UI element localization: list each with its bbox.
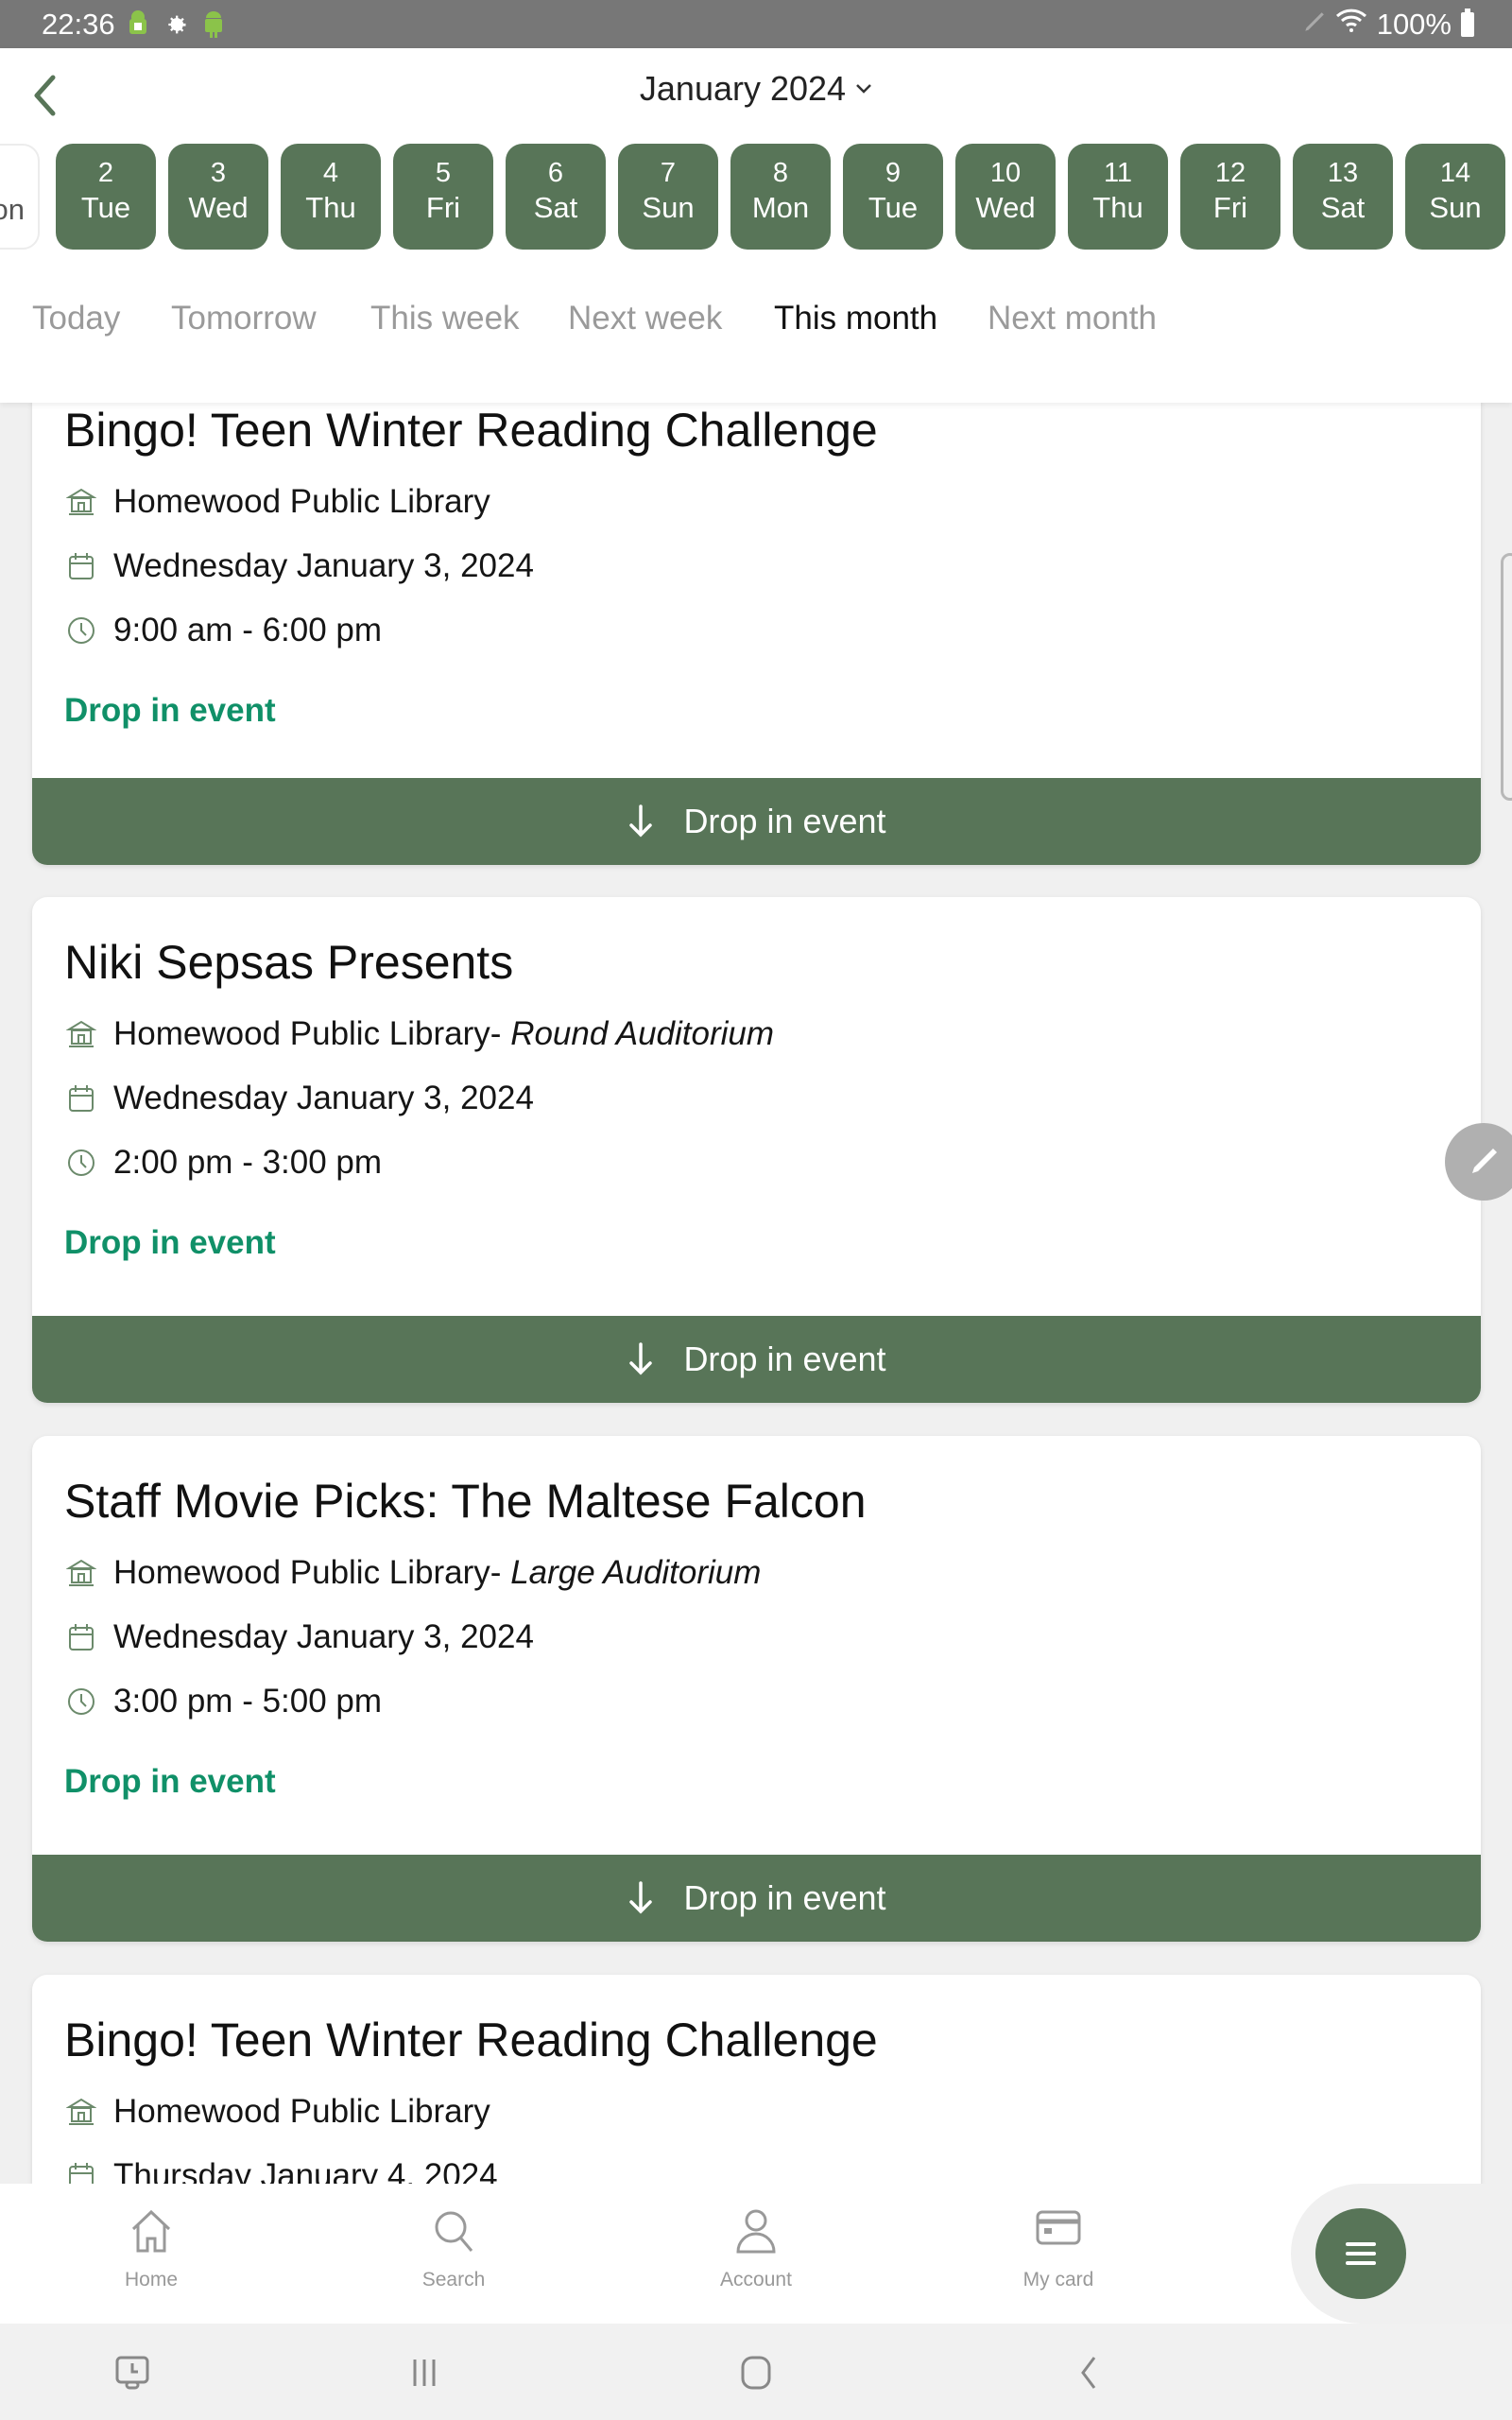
arrow-down-icon <box>629 1342 653 1375</box>
recent-screenshot-button[interactable] <box>104 2352 161 2394</box>
chevron-down-icon <box>856 84 871 94</box>
clock-icon <box>64 1685 98 1719</box>
event-title[interactable]: Bingo! Teen Winter Reading Challenge <box>64 2013 878 2067</box>
day-chip[interactable]: 9 Tue <box>843 144 943 250</box>
library-building-icon <box>64 2095 98 2129</box>
event-location: Homewood Public Library <box>64 2093 490 2131</box>
status-bar: 22:36 100% <box>0 0 1512 48</box>
day-chip[interactable]: 10 Wed <box>955 144 1056 250</box>
event-time: 2:00 pm - 3:00 pm <box>64 1144 382 1182</box>
card-icon <box>1036 2210 1081 2245</box>
event-type-tag: Drop in event <box>64 1763 276 1800</box>
nav-search[interactable]: Search <box>359 2184 548 2324</box>
day-chip[interactable]: 6 Sat <box>506 144 606 250</box>
android-icon <box>202 9 225 44</box>
drop-in-event-button[interactable]: Drop in event <box>32 1316 1481 1403</box>
library-building-icon <box>64 1017 98 1051</box>
event-date: Wednesday January 3, 2024 <box>64 547 534 585</box>
filter-next-week[interactable]: Next week <box>568 300 722 337</box>
recent-apps-button[interactable] <box>396 2352 453 2394</box>
search-icon <box>435 2211 473 2252</box>
event-type-tag: Drop in event <box>64 692 276 729</box>
filter-today[interactable]: Today <box>32 300 120 337</box>
event-location: Homewood Public Library- Round Auditoriu… <box>64 1015 774 1053</box>
day-chip[interactable]: 3 Wed <box>168 144 268 250</box>
day-chip[interactable]: 8 Mon <box>730 144 831 250</box>
event-location: Homewood Public Library- Large Auditoriu… <box>64 1554 761 1592</box>
bottom-navigation: Home Search Account My card <box>0 2184 1512 2324</box>
event-title[interactable]: Staff Movie Picks: The Maltese Falcon <box>64 1474 867 1529</box>
drop-in-event-button[interactable]: Drop in event <box>32 1855 1481 1942</box>
system-navigation-bar <box>0 2324 1512 2420</box>
event-room: Large Auditorium <box>510 1554 762 1591</box>
wifi-icon <box>1335 8 1367 42</box>
day-chip[interactable]: 7 Sun <box>618 144 718 250</box>
home-circle-icon <box>741 2356 771 2390</box>
day-chip[interactable]: 2 Tue <box>56 144 156 250</box>
day-chip-partial[interactable]: on <box>0 144 40 250</box>
day-strip[interactable]: on 2 Tue 3 Wed 4 Thu 5 Fri 6 Sat 7 Sun 8 Mon 9T… <box>0 144 1512 250</box>
event-card[interactable]: Niki Sepsas Presents Homewood Public Lib… <box>32 897 1481 1403</box>
recent-apps-icon <box>413 2360 436 2386</box>
status-time: 22:36 <box>42 8 115 41</box>
nav-my-card[interactable]: My card <box>964 2184 1153 2324</box>
event-time: 9:00 am - 6:00 pm <box>64 612 382 649</box>
event-room: Round Auditorium <box>510 1015 775 1052</box>
app-header: January 2024 on 2 Tue 3 Wed 4 Thu 5 Fri 6 Sat… <box>0 48 1512 403</box>
filter-next-month[interactable]: Next month <box>988 300 1157 337</box>
event-card[interactable]: Bingo! Teen Winter Reading Challenge Hom… <box>32 403 1481 865</box>
day-chip[interactable]: 14 Sun <box>1405 144 1505 250</box>
calendar-icon <box>64 549 98 583</box>
clock-icon <box>64 1146 98 1180</box>
home-system-button[interactable] <box>728 2352 784 2394</box>
event-list[interactable]: Bingo! Teen Winter Reading Challenge Hom… <box>0 403 1512 2184</box>
gear-icon <box>163 11 189 43</box>
pencil-icon <box>1472 1149 1497 1173</box>
hamburger-menu-icon <box>1346 2242 1376 2265</box>
event-date: Wednesday January 3, 2024 <box>64 1618 534 1656</box>
event-card[interactable]: Staff Movie Picks: The Maltese Falcon Ho… <box>32 1436 1481 1942</box>
filter-tomorrow[interactable]: Tomorrow <box>171 300 317 337</box>
event-type-tag: Drop in event <box>64 1224 276 1261</box>
back-system-button[interactable] <box>1060 2352 1117 2394</box>
month-label: January 2024 <box>639 69 847 108</box>
event-title[interactable]: Bingo! Teen Winter Reading Challenge <box>64 403 878 458</box>
screen-clock-icon <box>115 2356 149 2390</box>
battery-percent: 100% <box>1376 8 1452 41</box>
day-chip[interactable]: 4 Thu <box>281 144 381 250</box>
calendar-icon <box>64 2159 98 2184</box>
home-icon <box>131 2209 171 2253</box>
event-title[interactable]: Niki Sepsas Presents <box>64 935 513 990</box>
library-building-icon <box>64 1556 98 1590</box>
filter-this-week[interactable]: This week <box>370 300 520 337</box>
calendar-icon <box>64 1620 98 1654</box>
scrollbar-handle[interactable] <box>1501 553 1512 801</box>
month-selector[interactable]: January 2024 <box>0 69 1512 109</box>
filter-this-month[interactable]: This month <box>774 300 937 337</box>
day-chip[interactable]: 13 Sat <box>1293 144 1393 250</box>
pen-icon <box>1301 8 1326 42</box>
day-chip[interactable]: 5 Fri <box>393 144 493 250</box>
person-icon <box>736 2209 776 2254</box>
day-chip[interactable]: 11 Thu <box>1068 144 1168 250</box>
event-date: Thursday January 4, 2024 <box>64 2157 498 2184</box>
event-date: Wednesday January 3, 2024 <box>64 1080 534 1117</box>
battery-icon <box>1461 9 1474 37</box>
nav-home[interactable]: Home <box>57 2184 246 2324</box>
arrow-down-icon <box>629 1881 653 1914</box>
clock-icon <box>64 614 98 648</box>
android-debug-icon <box>127 9 149 44</box>
library-building-icon <box>64 485 98 519</box>
drop-in-event-button[interactable]: Drop in event <box>32 778 1481 865</box>
calendar-icon <box>64 1081 98 1115</box>
arrow-down-icon <box>629 804 653 838</box>
back-chevron-icon <box>1081 2357 1096 2389</box>
menu-button[interactable] <box>1315 2208 1406 2299</box>
event-location: Homewood Public Library <box>64 483 490 521</box>
day-chip[interactable]: 12 Fri <box>1180 144 1280 250</box>
nav-account[interactable]: Account <box>662 2184 850 2324</box>
event-card[interactable]: Bingo! Teen Winter Reading Challenge Hom… <box>32 1975 1481 2184</box>
event-time: 3:00 pm - 5:00 pm <box>64 1683 382 1720</box>
